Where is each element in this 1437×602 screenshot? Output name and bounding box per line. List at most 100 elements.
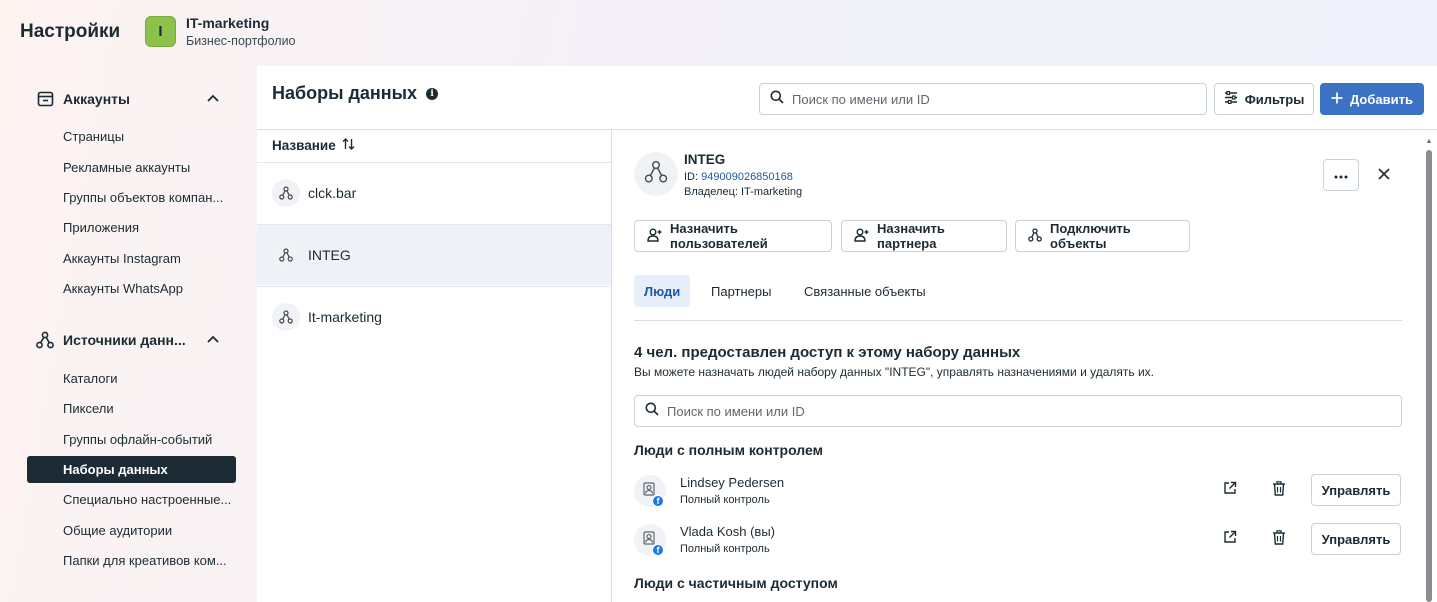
- filters-icon: [1224, 90, 1238, 107]
- dataset-icon: [644, 160, 668, 189]
- business-avatar[interactable]: I: [145, 16, 176, 47]
- sidebar-item-ad-accounts[interactable]: Рекламные аккаунты: [27, 154, 236, 181]
- sort-icon[interactable]: [342, 138, 355, 153]
- detail-scrollbar[interactable]: ▲: [1425, 138, 1433, 602]
- chevron-up-icon[interactable]: [207, 91, 219, 105]
- dataset-icon: [272, 179, 300, 207]
- trash-icon[interactable]: [1272, 481, 1288, 497]
- assign-users-button[interactable]: Назначить пользователей: [634, 220, 832, 252]
- list-item-label: INTEG: [308, 247, 351, 263]
- add-person-icon: [647, 228, 662, 245]
- access-section-title: 4 чел. предоставлен доступ к этому набор…: [634, 344, 1021, 361]
- trash-icon[interactable]: [1272, 530, 1288, 546]
- more-options-button[interactable]: [1323, 159, 1359, 191]
- main-panel: Наборы данных i Фильтры Добавить Названи…: [257, 66, 1437, 602]
- dataset-id-label: ID:: [684, 171, 699, 183]
- connect-assets-label: Подключить объекты: [1050, 221, 1131, 251]
- column-header-name[interactable]: Название: [272, 138, 355, 153]
- filters-label: Фильтры: [1244, 91, 1305, 107]
- sidebar-item-shared-audiences[interactable]: Общие аудитории: [27, 517, 236, 544]
- sidebar-item-instagram[interactable]: Аккаунты Instagram: [27, 245, 236, 272]
- business-subtitle: Бизнес-портфолио: [186, 34, 296, 48]
- people-search[interactable]: [634, 395, 1402, 427]
- sidebar: Аккаунты Страницы Рекламные аккаунты Гру…: [0, 66, 257, 602]
- page-title-text: Наборы данных: [272, 83, 418, 103]
- sidebar-section-label: Аккаунты: [63, 91, 130, 107]
- account-card-icon: [36, 90, 54, 108]
- chevron-up-icon[interactable]: [207, 332, 219, 346]
- sidebar-item-whatsapp[interactable]: Аккаунты WhatsApp: [27, 275, 236, 302]
- sidebar-item-pixels[interactable]: Пиксели: [27, 395, 236, 422]
- person-row: f Lindsey Pedersen Полный контроль Управ…: [634, 471, 1402, 511]
- person-row: f Vlada Kosh (вы) Полный контроль Управл…: [634, 520, 1402, 560]
- close-icon[interactable]: [1373, 163, 1395, 185]
- dataset-name: INTEG: [684, 152, 726, 167]
- person-role: Полный контроль: [680, 494, 770, 506]
- list-item-label: clck.bar: [308, 185, 357, 201]
- filters-button[interactable]: Фильтры: [1214, 83, 1314, 115]
- person-name: Vlada Kosh (вы): [680, 524, 776, 539]
- dataset-search[interactable]: [759, 83, 1207, 115]
- tab-people[interactable]: Люди: [634, 275, 691, 307]
- list-item-label: It-marketing: [308, 309, 382, 325]
- tab-partners[interactable]: Партнеры: [711, 275, 771, 307]
- sidebar-item-custom-conversions[interactable]: Специально настроенные...: [27, 486, 236, 513]
- sidebar-item-offline-events[interactable]: Группы офлайн-событий: [27, 426, 236, 453]
- sidebar-item-apps[interactable]: Приложения: [27, 214, 236, 241]
- app-title: Настройки: [20, 21, 121, 42]
- sidebar-item-pages[interactable]: Страницы: [27, 123, 236, 150]
- add-label: Добавить: [1350, 91, 1413, 107]
- sidebar-section-label: Источники данн...: [63, 332, 186, 348]
- sidebar-section-data-sources[interactable]: Источники данн...: [36, 328, 226, 352]
- search-input[interactable]: [792, 91, 1172, 107]
- add-partner-icon: [854, 228, 869, 245]
- manage-button[interactable]: Управлять: [1311, 474, 1401, 506]
- external-link-icon[interactable]: [1223, 530, 1239, 546]
- dataset-id: ID: 949009026850168: [684, 171, 793, 183]
- more-icon: [1334, 166, 1348, 184]
- dataset-owner: Владелец: IT-marketing: [684, 186, 803, 198]
- search-icon: [645, 402, 659, 421]
- search-icon: [770, 90, 784, 109]
- access-section-subtitle: Вы можете назначать людей набору данных …: [634, 365, 1154, 379]
- list-item-selected[interactable]: INTEG: [257, 224, 611, 285]
- tabs-divider: [634, 320, 1402, 321]
- datasets-list: Название clck.bar INTEG It-marketing: [257, 130, 612, 602]
- facebook-icon: f: [652, 495, 664, 507]
- full-control-title: Люди с полным контролем: [634, 442, 823, 458]
- dataset-icon: [272, 303, 300, 331]
- people-search-input[interactable]: [667, 403, 1047, 419]
- data-sources-icon: [36, 331, 54, 349]
- assign-partner-label: Назначить партнера: [877, 221, 945, 251]
- connect-assets-icon: [1028, 227, 1042, 245]
- sidebar-item-asset-groups[interactable]: Группы объектов компан...: [27, 184, 236, 211]
- column-header-label: Название: [272, 138, 336, 153]
- sidebar-section-accounts[interactable]: Аккаунты: [36, 87, 226, 111]
- dataset-id-link[interactable]: 949009026850168: [701, 171, 793, 183]
- scroll-up-icon[interactable]: ▲: [1425, 138, 1433, 146]
- connect-assets-button[interactable]: Подключить объекты: [1015, 220, 1190, 252]
- facebook-icon: f: [652, 544, 664, 556]
- scrollbar-thumb[interactable]: [1426, 150, 1432, 602]
- info-icon[interactable]: i: [426, 87, 439, 100]
- manage-button[interactable]: Управлять: [1311, 523, 1401, 555]
- sidebar-item-catalogs[interactable]: Каталоги: [27, 365, 236, 392]
- sidebar-item-datasets[interactable]: Наборы данных: [27, 456, 236, 483]
- external-link-icon[interactable]: [1223, 481, 1239, 497]
- assign-partner-button[interactable]: Назначить партнера: [841, 220, 1007, 252]
- list-item[interactable]: clck.bar: [257, 162, 611, 223]
- dataset-detail-panel: INTEG ID: 949009026850168 Владелец: IT-m…: [613, 130, 1437, 602]
- assign-users-label: Назначить пользователей: [670, 221, 768, 251]
- sidebar-item-creative-folders[interactable]: Папки для креативов ком...: [27, 547, 236, 574]
- person-name: Lindsey Pedersen: [680, 475, 785, 490]
- partial-access-title: Люди с частичным доступом: [634, 575, 838, 591]
- business-name[interactable]: IT-marketing: [186, 15, 269, 31]
- list-item[interactable]: It-marketing: [257, 286, 611, 347]
- dataset-icon: [272, 241, 300, 269]
- top-header: Настройки I IT-marketing Бизнес-портфоли…: [0, 0, 1437, 66]
- add-button[interactable]: Добавить: [1320, 83, 1424, 115]
- dataset-avatar: [634, 152, 678, 196]
- tab-connected-assets[interactable]: Связанные объекты: [804, 275, 926, 307]
- page-title: Наборы данных i: [272, 83, 439, 104]
- person-role: Полный контроль: [680, 543, 770, 555]
